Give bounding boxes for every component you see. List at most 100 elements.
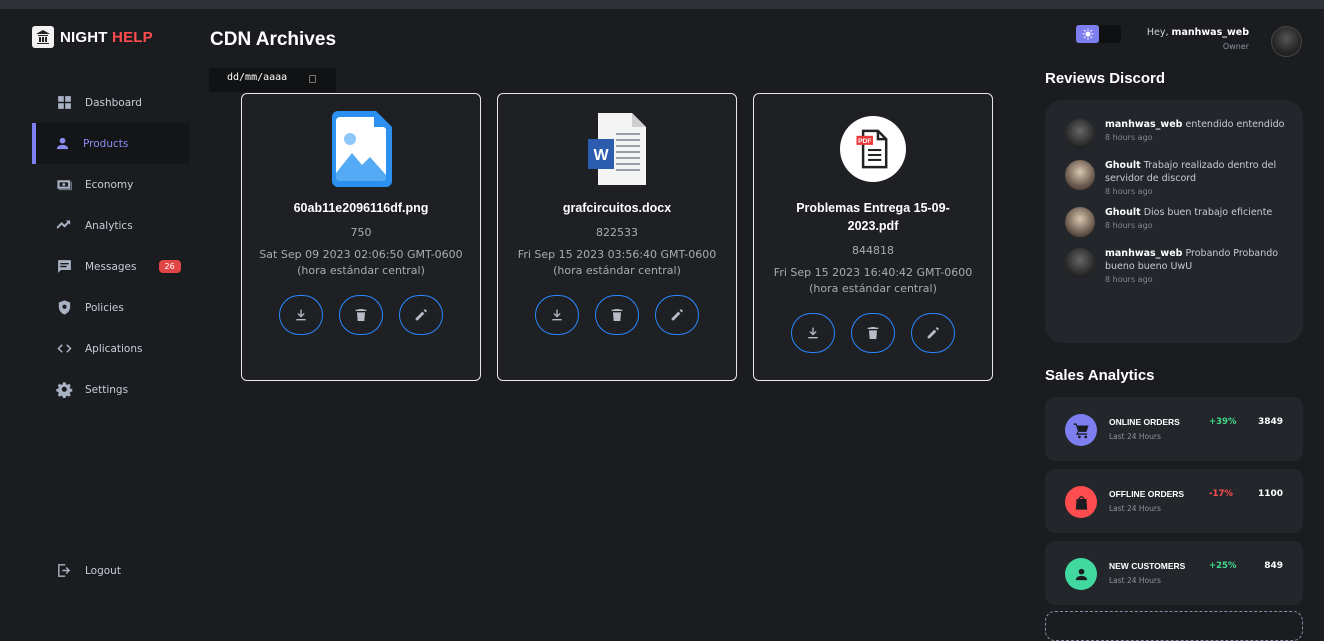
stat-percent: -17%: [1209, 489, 1233, 499]
shopping-bag-icon: [1065, 486, 1097, 518]
edit-button[interactable]: [399, 295, 443, 335]
download-button[interactable]: [791, 313, 835, 353]
review-time: 8 hours ago: [1105, 133, 1153, 142]
sidebar-item-dashboard[interactable]: Dashboard: [32, 82, 189, 123]
messages-count-badge: 26: [158, 260, 181, 273]
file-name: 60ab11e2096116df.png: [293, 201, 429, 215]
edit-button[interactable]: [655, 295, 699, 335]
file-size: 844818: [852, 244, 894, 257]
sidebar-item-label: Aplications: [85, 342, 143, 355]
sidebar-nav: Dashboard Products Economy Analytics Mes…: [32, 82, 189, 410]
svg-text:W: W: [593, 147, 609, 164]
download-icon: [552, 309, 562, 321]
sidebar-item-analytics[interactable]: Analytics: [32, 205, 189, 246]
word-file-icon: W: [584, 109, 650, 189]
file-size: 822533: [596, 226, 638, 239]
reviews-panel: manhwas_web entendido entendido 8 hours …: [1045, 100, 1303, 343]
sidebar-item-label: Messages: [85, 260, 137, 273]
reviews-title: Reviews Discord: [1045, 70, 1166, 87]
sidebar-item-label: Dashboard: [85, 96, 142, 109]
trending-up-icon: [56, 220, 71, 230]
page-title: CDN Archives: [210, 29, 337, 50]
sidebar-item-messages[interactable]: Messages 26: [32, 246, 189, 287]
person-icon: [1065, 558, 1097, 590]
delete-button[interactable]: [851, 313, 895, 353]
review-user: Ghoult: [1105, 160, 1141, 171]
file-date: Fri Sep 15 2023 03:56:40 GMT-0600 (hora …: [517, 248, 717, 277]
edit-button[interactable]: [911, 313, 955, 353]
review-text: Dios buen trabajo eficiente: [1143, 207, 1273, 218]
stat-value: 1100: [1257, 489, 1283, 499]
code-icon: [57, 344, 72, 353]
sidebar-item-label: Settings: [85, 383, 129, 396]
review-time: 8 hours ago: [1105, 221, 1153, 230]
grid-icon: [58, 96, 71, 109]
trash-icon: [867, 327, 879, 339]
sidebar-item-policies[interactable]: Policies: [32, 287, 189, 328]
pdf-file-icon: PDF: [840, 109, 906, 189]
stat-sub: Last 24 Hours: [1109, 576, 1161, 585]
stat-sub: Last 24 Hours: [1109, 432, 1161, 441]
review-item: Ghoult Dios buen trabajo eficiente 8 hou…: [1065, 206, 1289, 237]
theme-toggle[interactable]: [1076, 25, 1121, 43]
sidebar-item-label: Analytics: [85, 219, 133, 232]
cart-icon: [1065, 414, 1097, 446]
logout-icon: [58, 564, 71, 577]
stat-percent: +25%: [1209, 561, 1237, 571]
file-name: Problemas Entrega 15-09-2023.pdf: [796, 201, 950, 233]
logout-button[interactable]: Logout: [56, 562, 121, 579]
stat-label: NEW CUSTOMERS: [1109, 561, 1186, 571]
user-greeting: Hey, manhwas_web: [1146, 27, 1249, 38]
person-icon: [56, 137, 69, 150]
username: manhwas_web: [1171, 27, 1249, 38]
brand-name: NIGHT HELP: [60, 28, 153, 46]
stat-label: ONLINE ORDERS: [1109, 417, 1180, 427]
stat-card-online-orders[interactable]: ONLINE ORDERS Last 24 Hours +39% 3849: [1045, 397, 1303, 461]
stat-card-new-customers[interactable]: NEW CUSTOMERS Last 24 Hours +25% 849: [1045, 541, 1303, 605]
review-user: manhwas_web: [1105, 119, 1183, 130]
chat-icon: [58, 260, 71, 273]
date-filter-input[interactable]: dd/mm/aaaa: [209, 68, 336, 92]
moon-icon[interactable]: [1099, 25, 1121, 43]
file-size: 750: [350, 226, 372, 239]
avatar[interactable]: [1271, 26, 1302, 57]
review-item: manhwas_web entendido entendido 8 hours …: [1065, 118, 1289, 149]
review-user: manhwas_web: [1105, 248, 1183, 259]
file-name: grafcircuitos.docx: [562, 201, 672, 215]
sidebar-item-aplications[interactable]: Aplications: [32, 328, 189, 369]
review-item: Ghoult Trabajo realizado dentro del serv…: [1065, 159, 1289, 196]
review-item: manhwas_web Probando Probando bueno buen…: [1065, 247, 1289, 284]
review-time: 8 hours ago: [1105, 187, 1153, 196]
trash-icon: [611, 309, 623, 321]
file-card: W grafcircuitos.docx 822533 Fri Sep 15 2…: [497, 93, 737, 381]
stat-value: 3849: [1257, 417, 1283, 427]
pencil-icon: [415, 309, 427, 321]
download-icon: [296, 309, 306, 321]
download-icon: [808, 327, 818, 339]
avatar: [1065, 207, 1095, 237]
stat-card-offline-orders[interactable]: OFFLINE ORDERS Last 24 Hours -17% 1100: [1045, 469, 1303, 533]
sidebar-item-settings[interactable]: Settings: [32, 369, 189, 410]
add-item-placeholder[interactable]: [1045, 611, 1303, 641]
stat-percent: +39%: [1209, 417, 1237, 427]
gear-icon: [56, 382, 73, 398]
brand-logo[interactable]: NIGHT HELP: [32, 26, 153, 48]
download-button[interactable]: [279, 295, 323, 335]
sun-icon[interactable]: [1076, 25, 1099, 43]
file-date: Fri Sep 15 2023 16:40:42 GMT-0600 (hora …: [773, 266, 973, 295]
user-role: Owner: [1222, 42, 1249, 51]
window-top-strip: [0, 0, 1324, 9]
sidebar-item-products[interactable]: Products: [32, 123, 189, 164]
shield-icon: [58, 300, 71, 315]
delete-button[interactable]: [595, 295, 639, 335]
stat-value: 849: [1264, 561, 1283, 571]
sidebar-item-label: Policies: [85, 301, 124, 314]
pencil-icon: [671, 309, 683, 321]
stat-sub: Last 24 Hours: [1109, 504, 1161, 513]
sidebar-item-economy[interactable]: Economy: [32, 164, 189, 205]
delete-button[interactable]: [339, 295, 383, 335]
download-button[interactable]: [535, 295, 579, 335]
calendar-icon[interactable]: [309, 75, 316, 83]
file-card: 60ab11e2096116df.png 750 Sat Sep 09 2023…: [241, 93, 481, 381]
trash-icon: [355, 309, 367, 321]
